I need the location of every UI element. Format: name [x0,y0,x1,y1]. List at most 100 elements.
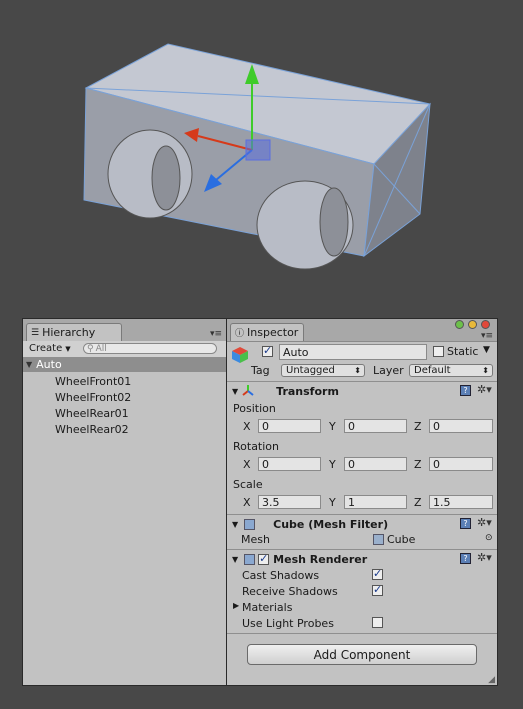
tree-item-wheelrear01[interactable]: WheelRear01 [55,405,129,421]
scale-z-value: 1.5 [433,495,451,509]
foldout-arrow-icon[interactable]: ▼ [232,387,238,396]
mesh-renderer-icon [244,554,256,565]
foldout-arrow-icon[interactable]: ▼ [232,555,238,564]
layer-label: Layer [373,364,404,377]
hierarchy-toolbar: Create ▼ ⚲ All [23,341,226,358]
axis-x-label: X [243,458,251,471]
divider [227,381,497,382]
transform-title: Transform [276,385,339,398]
expand-arrow-icon[interactable]: ▼ [26,360,32,369]
rotation-x-field[interactable]: 0 [258,457,321,471]
gear-icon[interactable]: ✲▾ [477,383,492,396]
help-icon[interactable]: ? [460,553,471,564]
active-checkbox[interactable] [262,344,273,357]
help-icon[interactable]: ? [460,518,471,529]
rotation-label: Rotation [233,440,280,453]
panel-menu-icon[interactable]: ▾≡ [210,329,222,339]
panel-menu-icon[interactable]: ▾≡ [481,331,493,341]
object-name-field[interactable]: Auto [279,344,427,360]
cast-shadows-label: Cast Shadows [242,569,320,582]
foldout-arrow-icon[interactable]: ▼ [232,520,238,529]
axis-z-label: Z [414,420,422,433]
tag-dropdown[interactable]: Untagged ⬍ [281,364,365,377]
transform-icon [242,384,254,399]
position-x-field[interactable]: 0 [258,419,321,433]
scale-label: Scale [233,478,263,491]
tab-inspector[interactable]: ⓘ Inspector [230,323,304,341]
gear-icon[interactable]: ✲▾ [477,516,492,529]
tree-item-label: WheelRear01 [55,406,129,420]
static-checkbox[interactable] [433,346,444,357]
rotation-x-value: 0 [262,457,269,471]
dropdown-arrow-icon: ⬍ [482,366,489,375]
rotation-z-field[interactable]: 0 [429,457,493,471]
materials-label[interactable]: Materials [242,601,292,614]
scale-y-field[interactable]: 1 [344,495,407,509]
divider [227,549,497,550]
mesh-filter-icon [244,519,256,530]
foldout-arrow-icon[interactable]: ▶ [233,601,239,610]
inspector-panel: ⓘ Inspector ▾≡ Auto Static ▼ Tag Untagge… [226,318,498,686]
receive-shadows-checkbox[interactable] [372,583,383,596]
tree-item-label: WheelRear02 [55,422,129,436]
rotation-z-value: 0 [433,457,440,471]
static-dropdown-icon[interactable]: ▼ [483,345,490,355]
object-picker-icon[interactable]: ⊙ [485,533,493,543]
inspector-tabbar: ⓘ Inspector ▾≡ [227,319,497,342]
tree-item-wheelfront02[interactable]: WheelFront02 [55,389,131,405]
help-icon[interactable]: ? [460,385,471,396]
resize-grip-icon[interactable]: ◢ [488,675,495,685]
axis-y-label: Y [329,420,336,433]
layer-value: Default [414,365,451,376]
dropdown-arrow-icon: ⬍ [354,366,361,375]
use-light-probes-checkbox[interactable] [372,617,383,628]
transform-header[interactable]: ▼ Transform [227,383,497,400]
mesh-value[interactable]: Cube [387,533,415,546]
scale-z-field[interactable]: 1.5 [429,495,493,509]
list-icon: ☰ [31,327,40,338]
gizmo-plane-handle[interactable] [245,139,271,161]
gear-icon[interactable]: ✲▾ [477,551,492,564]
mesh-filter-header[interactable]: ▼ Cube (Mesh Filter) [227,516,497,533]
tree-item-wheelfront01[interactable]: WheelFront01 [55,373,131,389]
tab-hierarchy[interactable]: ☰ Hierarchy [26,323,122,341]
position-z-value: 0 [433,419,440,433]
scale-x-field[interactable]: 3.5 [258,495,321,509]
mesh-label: Mesh [241,533,270,546]
use-light-probes-label: Use Light Probes [242,617,334,630]
maximize-icon[interactable] [455,320,464,329]
position-y-value: 0 [348,419,355,433]
tag-label: Tag [251,364,270,377]
mesh-renderer-header[interactable]: ▼ Mesh Renderer [227,551,497,568]
mesh-renderer-title: Mesh Renderer [273,553,368,566]
receive-shadows-label: Receive Shadows [242,585,338,598]
tab-hierarchy-label: Hierarchy [42,326,96,339]
minimize-icon[interactable] [468,320,477,329]
axis-z-label: Z [414,458,422,471]
rotation-y-value: 0 [348,457,355,471]
search-placeholder: All [95,343,107,354]
axis-z-label: Z [414,496,422,509]
scene-view[interactable] [0,0,523,300]
tree-item-label: WheelFront02 [55,390,132,404]
rotation-y-field[interactable]: 0 [344,457,407,471]
create-button-label: Create [29,343,63,354]
hierarchy-tabbar: ☰ Hierarchy ▾≡ [23,319,226,342]
tree-item-auto[interactable]: ▼ Auto [23,357,226,372]
close-icon[interactable] [481,320,490,329]
cast-shadows-checkbox[interactable] [372,567,383,580]
mesh-filter-title: Cube (Mesh Filter) [273,518,389,531]
static-label: Static [447,345,479,358]
info-icon: ⓘ [235,329,245,339]
axis-y-label: Y [329,496,336,509]
layer-dropdown[interactable]: Default ⬍ [409,364,493,377]
add-component-button[interactable]: Add Component [247,644,477,665]
mesh-renderer-enabled-checkbox[interactable] [258,552,270,565]
scale-y-value: 1 [348,495,355,509]
position-y-field[interactable]: 0 [344,419,407,433]
position-z-field[interactable]: 0 [429,419,493,433]
hierarchy-search-input[interactable]: ⚲ All [83,343,217,354]
axis-x-label: X [243,420,251,433]
tree-item-wheelrear02[interactable]: WheelRear02 [55,421,129,437]
create-button[interactable]: Create ▼ [29,342,71,355]
